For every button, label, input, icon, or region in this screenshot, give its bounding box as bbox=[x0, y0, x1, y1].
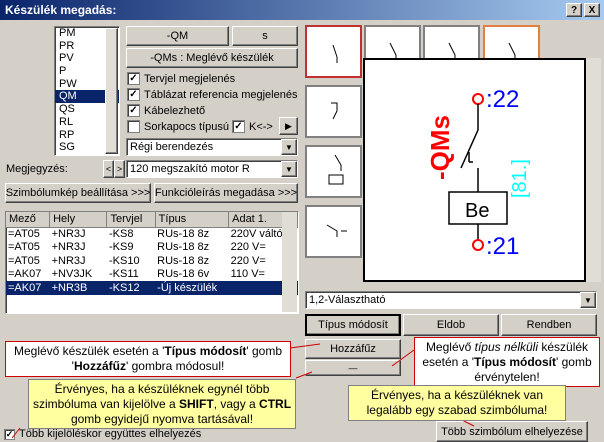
note-no-type: Meglévő típus nélküli készülék esetén a … bbox=[414, 337, 600, 387]
note-type-modify: Meglévő készülék esetén a 'Típus módosít… bbox=[5, 341, 291, 377]
note-free-symbol: Érvényes, ha a készüléknek van legalább … bbox=[348, 385, 566, 421]
note-shift-ctrl: Érvényes, ha a készüléknek egynél több s… bbox=[28, 379, 296, 429]
